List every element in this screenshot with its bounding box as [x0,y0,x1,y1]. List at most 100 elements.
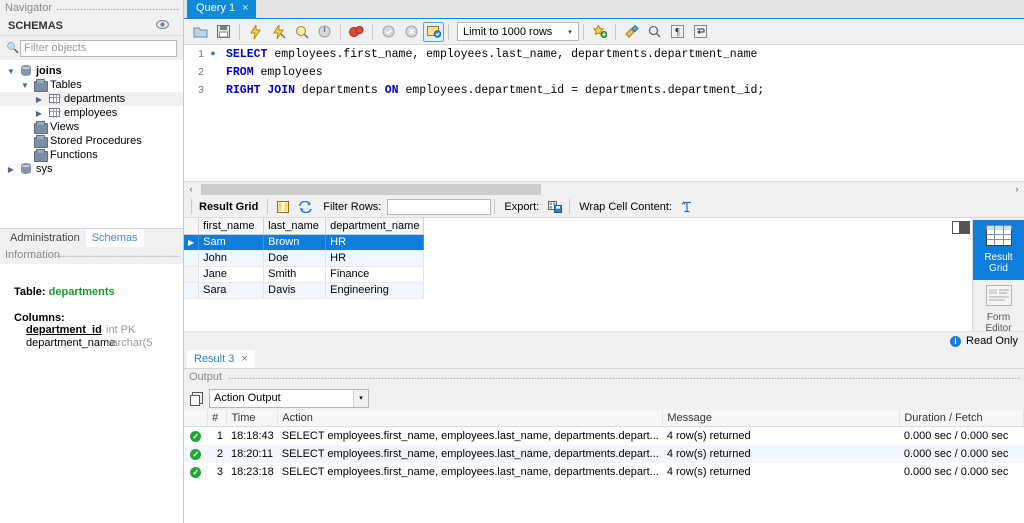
information-panel: Table: departments Columns: department_i… [0,264,183,523]
copy-icon[interactable] [190,391,203,406]
scroll-left-icon[interactable]: ‹ [184,184,198,194]
scroll-right-icon[interactable]: › [1010,184,1024,194]
save-sql-script-icon[interactable] [212,21,235,43]
table-row[interactable]: Jane Smith Finance [184,266,425,283]
folder-icon [32,148,48,162]
tree-item-label: Functions [50,149,98,161]
filter-objects-input[interactable] [20,39,177,57]
table-row[interactable]: ▶ Sam Brown HR [184,234,425,251]
row-marker[interactable]: ▶ [184,234,200,251]
editor-code: RIGHT JOIN departments ON employees.depa… [226,83,765,97]
table-cell[interactable]: Brown [263,234,327,251]
result-grid-table-wrap[interactable]: first_name last_name department_name ▶ Sam… [184,218,972,331]
sidebar-tab-administration[interactable]: Administration [4,229,86,247]
result-grid-view-button[interactable]: Result Grid [972,220,1024,280]
table-cell[interactable]: HR [325,234,425,251]
information-caption-label: Information [5,249,61,261]
column-header-last_name[interactable]: last_name [263,218,327,235]
find-icon[interactable] [643,21,666,43]
grid-columns-icon[interactable] [271,196,294,218]
row-marker-header [184,218,200,235]
output-view-select[interactable]: Action Output ▾ [209,388,369,408]
table-cell[interactable]: Sara [198,282,265,299]
chevron-down-icon[interactable]: ▾ [353,389,368,407]
rollback-transaction-icon[interactable] [400,21,423,43]
export-icon[interactable] [543,196,566,218]
table-cell[interactable]: Smith [263,266,327,283]
table-cell[interactable]: Sam [198,234,265,251]
toggle-invisible-characters-icon[interactable]: ¶ [666,21,689,43]
toggle-word-wrap-icon[interactable] [689,21,712,43]
table-cell[interactable]: Jane [198,266,265,283]
row-limit-select[interactable]: Limit to 1000 rows ▾ [457,22,579,41]
output-row[interactable]: ✓ 1 18:18:43 SELECT employees.first_name… [184,427,1024,445]
table-cell[interactable]: Finance [325,266,425,283]
add-snippet-icon[interactable] [588,21,611,43]
chevron-down-icon[interactable]: ▾ [562,28,578,36]
tree-item-joins[interactable]: ▼ joins [0,64,183,78]
table-cell[interactable]: John [198,250,265,267]
tree-item-views[interactable]: Views [0,120,183,134]
output-column-header: # [207,410,228,427]
commit-transaction-icon[interactable] [377,21,400,43]
sidebar-toggle-icon[interactable] [952,221,970,234]
table-cell[interactable]: Engineering [325,282,425,299]
tree-item-sys[interactable]: ▶ sys [0,162,183,176]
table-row[interactable]: Sara Davis Engineering [184,282,425,299]
column-header-first_name[interactable]: first_name [198,218,265,235]
output-row-duration: 0.000 sec / 0.000 sec [903,429,1009,442]
tree-item-functions[interactable]: Functions [0,148,183,162]
tree-item-label: Stored Procedures [50,135,142,147]
sql-editor[interactable]: 1 ● SELECT employees.first_name, employe… [184,45,1024,181]
table-cell[interactable]: Davis [263,282,327,299]
schemas-header: SCHEMAS [0,17,183,36]
sidebar-tab-schemas[interactable]: Schemas [85,229,144,247]
info-table-line: Table: departments [14,286,183,298]
filter-rows-input[interactable] [387,198,492,215]
twisty-icon[interactable]: ▶ [32,95,46,104]
tree-item-employees[interactable]: ▶ employees [0,106,183,120]
output-row[interactable]: ✓ 2 18:20:11 SELECT employees.first_name… [184,444,1024,463]
beautify-sql-icon[interactable] [620,21,643,43]
output-row-action: SELECT employees.first_name, employees.l… [281,465,659,478]
twisty-icon[interactable]: ▼ [18,81,32,90]
tree-item-stored-procedures[interactable]: Stored Procedures [0,134,183,148]
table-row[interactable]: John Doe HR [184,250,425,267]
refresh-icon[interactable] [294,196,317,218]
tree-item-tables[interactable]: ▼ Tables [0,78,183,92]
filter-rows-label: Filter Rows: [323,200,382,213]
twisty-icon[interactable]: ▼ [4,67,18,76]
open-sql-script-icon[interactable] [189,21,212,43]
tab-result-3[interactable]: Result 3 × [187,350,255,368]
table-cell[interactable]: HR [325,250,425,267]
action-output-table-wrap[interactable]: # Time Action Message Duration / Fetch ✓ 1 1… [184,410,1024,523]
row-marker[interactable] [184,266,200,283]
scrollbar-thumb[interactable] [201,183,541,195]
table-cell[interactable]: Doe [263,250,327,267]
form-editor-view-button[interactable]: Form Editor [973,280,1024,331]
explain-query-icon[interactable] [290,21,313,43]
scrollbar-track[interactable] [198,182,1010,196]
toggle-stop-on-error-icon[interactable] [345,21,368,43]
tab-query-1[interactable]: Query 1 × [187,0,256,18]
column-header-department_name[interactable]: department_name [325,218,425,235]
tree-item-label: joins [36,65,62,77]
editor-horizontal-scrollbar[interactable]: ‹ › [184,181,1024,196]
close-icon[interactable]: × [241,350,247,368]
row-marker[interactable] [184,282,200,299]
close-icon[interactable]: × [242,0,248,18]
result-grid-table: first_name last_name department_name ▶ Sam… [184,218,425,299]
twisty-icon[interactable]: ▶ [32,109,46,118]
execute-current-statement-icon[interactable] [267,21,290,43]
eye-refresh-icon[interactable] [155,17,170,36]
toggle-autocommit-icon[interactable] [423,21,444,42]
output-row-action: SELECT employees.first_name, employees.l… [281,429,659,442]
row-marker[interactable] [184,250,200,267]
output-row[interactable]: ✓ 3 18:23:18 SELECT employees.first_name… [184,463,1024,481]
tree-item-departments[interactable]: ▶ departments [0,92,183,106]
success-icon: ✓ [190,430,202,442]
stop-execution-icon[interactable] [313,21,336,43]
twisty-icon[interactable]: ▶ [4,165,18,174]
wrap-text-icon[interactable] [676,196,699,218]
execute-statement-icon[interactable] [244,21,267,43]
